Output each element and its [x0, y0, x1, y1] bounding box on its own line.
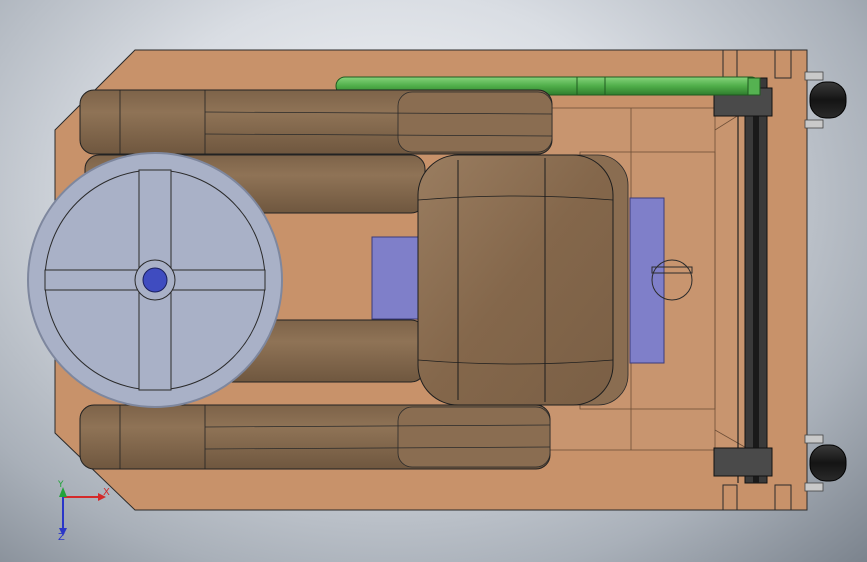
cad-viewport[interactable]: X Y Z: [0, 0, 867, 562]
steering-wheel: [27, 152, 283, 408]
armrest-cushion-bottom: [79, 404, 551, 470]
wheel-bottom: [804, 434, 847, 492]
coordinate-triad: [59, 487, 106, 536]
armrest-cushion-top: [79, 89, 553, 155]
triad-y-label: Y: [58, 480, 64, 490]
triad-z-label: Z: [58, 532, 65, 543]
triad-x-label: X: [103, 487, 110, 498]
seat-cushion: [417, 154, 614, 406]
wheel-top: [804, 71, 847, 129]
cad-model-view: [27, 49, 847, 536]
